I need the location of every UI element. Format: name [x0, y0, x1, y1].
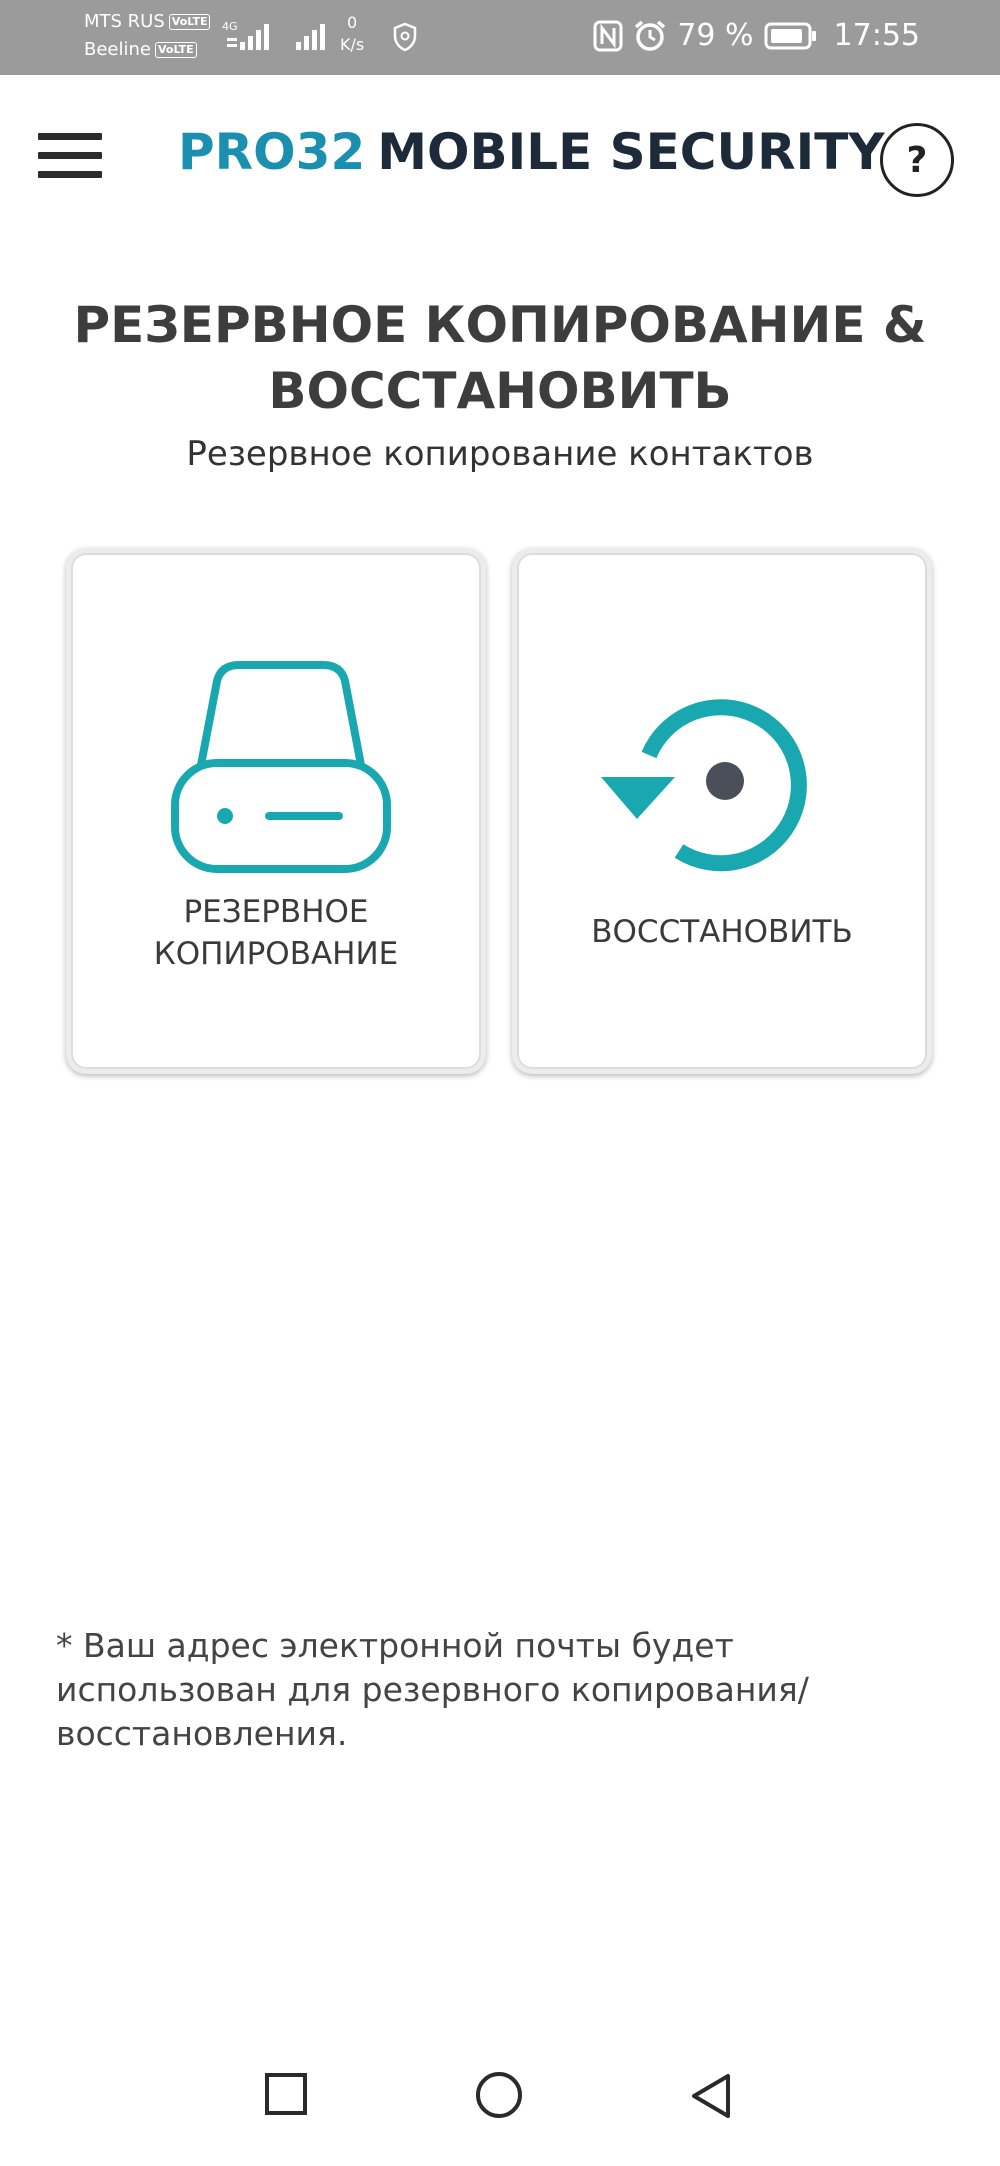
page-subtitle: Резервное копирование контактов — [186, 434, 814, 474]
help-icon: ? — [906, 139, 928, 181]
signal-icon — [296, 24, 325, 50]
restore-card[interactable]: ВОССТАНОВИТЬ — [512, 548, 932, 1074]
shield-icon — [393, 22, 417, 52]
hamburger-icon-bar — [38, 133, 102, 140]
restore-icon — [601, 699, 807, 872]
backup-label-line-2: КОПИРОВАНИЕ — [153, 936, 399, 972]
nfc-icon — [593, 20, 623, 51]
footnote-line-3: восстановления. — [56, 1714, 348, 1753]
page-title-line-1: РЕЗЕРВНОЕ КОПИРОВАНИЕ & — [73, 296, 927, 354]
restore-label: ВОССТАНОВИТЬ — [591, 914, 853, 950]
footnote-line-2: использован для резервного копирования/ — [56, 1670, 809, 1709]
network-type-label: 4G — [222, 20, 238, 33]
brand-part-2: MOBILE SECURITY — [377, 123, 885, 181]
net-speed-unit: K/s — [340, 35, 365, 54]
email-footnote: * Ваш адрес электронной почты будет испо… — [56, 1624, 936, 1756]
home-icon[interactable] — [474, 2070, 524, 2120]
carrier-2: Beeline — [84, 39, 151, 60]
battery-percent: 79 % — [677, 18, 754, 53]
battery-icon — [764, 22, 816, 49]
recent-apps-icon[interactable] — [264, 2072, 308, 2116]
brand-part-1: PRO32 — [178, 123, 366, 181]
backup-label: РЕЗЕРВНОЕ КОПИРОВАНИЕ — [71, 891, 481, 975]
alarm-icon — [635, 20, 666, 51]
hamburger-icon-bar — [38, 152, 102, 159]
net-speed-value: 0 — [347, 13, 358, 32]
help-button[interactable]: ? — [880, 123, 954, 197]
brand-logo: PRO32 MOBILE SECURITY — [178, 123, 885, 181]
backup-label-line-1: РЕЗЕРВНОЕ — [183, 894, 369, 930]
carrier-info: MTS RUS VoLTE Beeline VoLTE — [84, 8, 211, 64]
net-speed: 0 K/s — [340, 12, 364, 56]
menu-button[interactable] — [38, 133, 102, 183]
page-title: РЕЗЕРВНОЕ КОПИРОВАНИЕ & ВОССТАНОВИТЬ — [0, 292, 1000, 424]
status-bar: MTS RUS VoLTE Beeline VoLTE 4G 0 K/s 79 … — [0, 0, 1000, 75]
navigation-bar — [0, 2040, 1000, 2166]
volte-badge: VoLTE — [168, 14, 211, 30]
hard-drive-icon — [171, 661, 391, 873]
app-header: PRO32 MOBILE SECURITY ? — [0, 75, 1000, 245]
signal-4g-icon: 4G — [222, 20, 269, 50]
page-title-line-2: ВОССТАНОВИТЬ — [268, 362, 732, 420]
carrier-1: MTS RUS — [84, 11, 165, 32]
clock: 17:55 — [833, 18, 920, 53]
screen: MTS RUS VoLTE Beeline VoLTE 4G 0 K/s 79 … — [0, 0, 1000, 2166]
volte-badge: VoLTE — [154, 42, 197, 58]
backup-card[interactable]: РЕЗЕРВНОЕ КОПИРОВАНИЕ — [66, 548, 486, 1074]
status-right: 79 % 17:55 — [593, 18, 920, 53]
back-icon[interactable] — [688, 2072, 734, 2120]
footnote-line-1: * Ваш адрес электронной почты будет — [56, 1626, 734, 1665]
hamburger-icon-bar — [38, 171, 102, 178]
